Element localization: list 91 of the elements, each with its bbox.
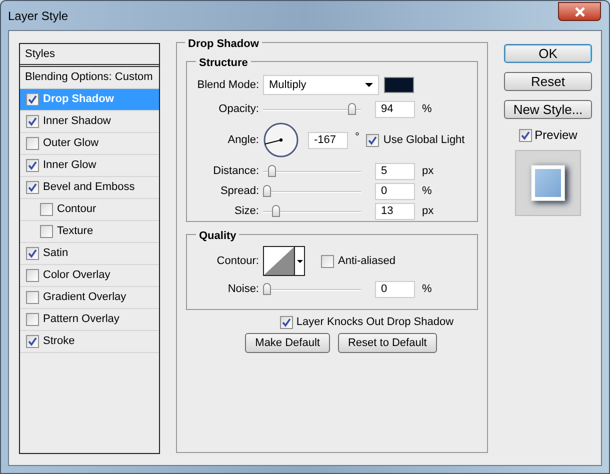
field-label: Contour:	[216, 254, 259, 269]
list-item[interactable]: Color Overlay	[20, 265, 159, 287]
list-item[interactable]: Inner Glow	[20, 155, 159, 177]
checkbox-label: Use Global Light	[383, 132, 465, 148]
value-field[interactable]: -167	[308, 132, 348, 148]
slider-thumb[interactable]	[268, 164, 276, 176]
unit-label: °	[355, 130, 360, 145]
field-label: Blend Mode:	[196, 78, 259, 93]
item-label: Contour	[57, 202, 96, 218]
list-item[interactable]: Stroke	[20, 331, 159, 353]
default-button[interactable]: Reset to Default	[338, 333, 437, 353]
checkbox-label: Preview	[534, 127, 578, 144]
slider-track[interactable]	[263, 184, 361, 198]
list-item[interactable]: Texture	[20, 221, 159, 243]
item-label: Color Overlay	[43, 268, 110, 284]
checkbox[interactable]	[26, 137, 39, 150]
dropdown-value: Multiply	[269, 78, 306, 93]
slider-thumb[interactable]	[272, 204, 280, 216]
list-item[interactable]: Bevel and Emboss	[20, 177, 159, 199]
checkbox[interactable]	[321, 254, 334, 268]
unit-label: px	[422, 164, 434, 179]
list-item[interactable]: Inner Shadow	[20, 111, 159, 133]
angle-dial[interactable]	[263, 122, 299, 158]
item-label: Inner Shadow	[43, 114, 111, 130]
list-item[interactable]: Pattern Overlay	[20, 309, 159, 331]
close-button[interactable]	[558, 2, 601, 21]
item-label: Bevel and Emboss	[43, 180, 135, 196]
field-label: Size:	[234, 204, 259, 219]
slider-track[interactable]	[263, 164, 361, 178]
value-field[interactable]: 13	[375, 202, 415, 220]
checkbox[interactable]	[40, 203, 53, 216]
field-label: Angle:	[226, 132, 259, 148]
unit-label: px	[422, 204, 434, 219]
checkbox[interactable]	[26, 313, 39, 326]
unit-label: %	[422, 102, 432, 117]
value-field[interactable]: 0	[375, 280, 415, 298]
item-label: Outer Glow	[43, 136, 99, 152]
checkbox[interactable]	[26, 335, 39, 348]
dialog-button[interactable]: OK	[504, 44, 592, 63]
field-label: Distance:	[212, 164, 259, 179]
field-label: Spread:	[219, 184, 259, 199]
default-button[interactable]: Make Default	[245, 333, 330, 353]
dialog-button[interactable]: New Style...	[504, 100, 592, 119]
checkbox[interactable]	[366, 134, 380, 146]
checkbox[interactable]	[26, 247, 39, 260]
checkbox[interactable]	[40, 225, 53, 238]
slider-thumb[interactable]	[263, 184, 271, 196]
slider-track[interactable]	[263, 282, 361, 296]
slider-track[interactable]	[263, 102, 361, 116]
item-label: Pattern Overlay	[43, 312, 120, 328]
checkbox-label: Layer Knocks Out Drop Shadow	[296, 314, 454, 330]
checkbox[interactable]	[26, 269, 39, 282]
unit-label: %	[422, 184, 432, 199]
section-title: Drop Shadow	[185, 36, 262, 52]
value-field[interactable]: 94	[375, 100, 415, 118]
item-label: Stroke	[43, 334, 75, 350]
slider-thumb[interactable]	[263, 282, 271, 294]
item-label: Texture	[57, 224, 94, 240]
style-preview-thumbnail	[515, 150, 581, 216]
checkbox[interactable]	[26, 159, 39, 172]
checkbox[interactable]	[26, 93, 39, 106]
checkbox[interactable]	[26, 115, 39, 128]
list-item[interactable]: Outer Glow	[20, 133, 159, 155]
unit-label: %	[422, 282, 432, 297]
item-label: Inner Glow	[43, 158, 96, 174]
checkbox[interactable]	[280, 316, 294, 328]
blend-mode-dropdown[interactable]: Multiply	[263, 75, 379, 95]
slider-track[interactable]	[263, 204, 361, 218]
value-field[interactable]: 5	[375, 162, 415, 180]
list-item[interactable]: Gradient Overlay	[20, 287, 159, 309]
item-label: Gradient Overlay	[43, 290, 126, 306]
group-title: Quality	[196, 228, 240, 244]
window-title: Layer Style	[8, 8, 68, 24]
contour-picker[interactable]	[263, 246, 305, 276]
field-label: Opacity:	[218, 102, 259, 117]
dialog-button[interactable]: Reset	[504, 72, 592, 91]
slider-thumb[interactable]	[348, 102, 356, 114]
list-item[interactable]: Satin	[20, 243, 159, 265]
item-label: Drop Shadow	[43, 92, 114, 108]
checkbox[interactable]	[26, 291, 39, 304]
field-label: Noise:	[226, 282, 259, 297]
item-label: Satin	[43, 246, 68, 262]
dropdown-arrow-icon	[365, 83, 373, 87]
checkbox[interactable]	[518, 128, 532, 142]
panel-header: Styles	[20, 44, 159, 67]
checkbox[interactable]	[26, 181, 39, 194]
close-icon	[574, 6, 586, 16]
checkbox-label: Anti-aliased	[338, 254, 396, 269]
value-field[interactable]: 0	[375, 182, 415, 200]
color-swatch[interactable]	[384, 77, 414, 93]
list-item[interactable]: Contour	[20, 199, 159, 221]
